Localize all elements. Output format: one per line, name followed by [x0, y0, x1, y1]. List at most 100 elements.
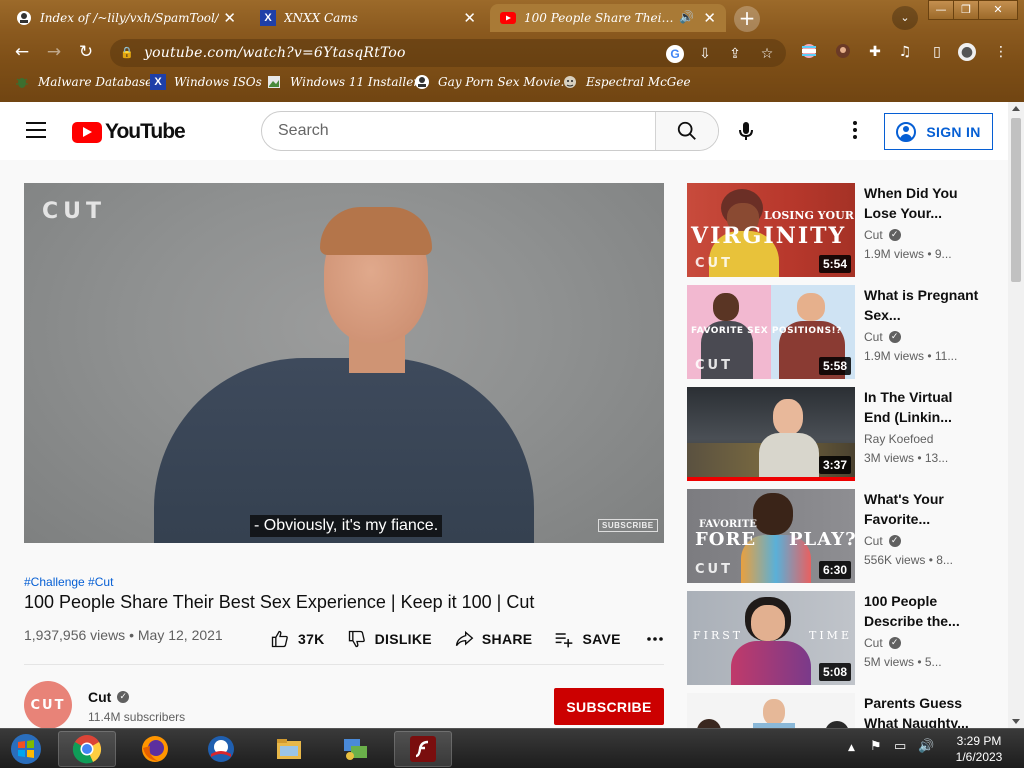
side-panel-icon[interactable]: ▯ [928, 43, 946, 61]
related-video[interactable]: LOSING YOUR VIRGINITY CUT 5:54 When Did … [687, 183, 987, 277]
save-button[interactable]: SAVE [554, 629, 620, 649]
bookmark-windows-11-installer[interactable]: Windows 11 Installer [266, 74, 419, 90]
forward-button[interactable]: → [42, 40, 66, 64]
tab-search-button[interactable]: ⌄ [892, 6, 918, 30]
profile-extension-icon[interactable] [834, 43, 852, 61]
subscribe-watermark[interactable]: SUBSCRIBE [598, 519, 658, 532]
new-tab-button[interactable]: + [734, 6, 760, 32]
channel-name-row[interactable]: Cut ✓ [88, 689, 130, 705]
tab-xnxx[interactable]: X XNXX Cams ✕ [250, 4, 486, 32]
dislike-button[interactable]: DISLIKE [347, 629, 432, 649]
bookmark-windows-isos[interactable]: X Windows ISOs [150, 74, 262, 90]
hamburger-menu-icon[interactable] [26, 122, 46, 138]
show-hidden-icons[interactable]: ▲ [848, 743, 855, 753]
video-hashtags[interactable]: #Challenge #Cut [24, 575, 113, 589]
related-video[interactable]: 3:37 In The Virtual End (Linkin... Ray K… [687, 387, 987, 481]
more-actions-icon[interactable] [646, 637, 671, 641]
related-channel-name[interactable]: Cut [864, 330, 883, 344]
related-video[interactable]: Parents Guess What Naughty... [687, 693, 987, 728]
page-scrollbar[interactable] [1008, 102, 1024, 728]
bookmark-malware-database[interactable]: Malware Database [14, 74, 152, 90]
close-icon[interactable]: ✕ [223, 9, 236, 27]
video-thumbnail[interactable]: FAVORITE SEX POSITIONS!? CUT 5:58 [687, 285, 855, 379]
video-thumbnail[interactable]: 3:37 [687, 387, 855, 481]
taskbar-chrome[interactable] [58, 731, 116, 767]
reload-button[interactable]: ↻ [74, 40, 98, 64]
like-button[interactable]: 37K [270, 629, 325, 649]
related-title[interactable]: When Did You Lose Your... [864, 183, 982, 223]
video-player[interactable]: CUT - Obviously, it's my fiance. SUBSCRI… [24, 183, 664, 543]
chrome-menu-icon[interactable]: ⋮ [992, 43, 1010, 61]
video-duration: 5:08 [818, 663, 851, 681]
youtube-logo[interactable]: YouTube [72, 120, 186, 144]
voice-search-button[interactable] [734, 119, 758, 143]
action-center-flag-icon[interactable]: ⚑ [870, 739, 882, 754]
related-channel[interactable]: Ray Koefoed [864, 432, 933, 446]
start-button[interactable] [0, 731, 52, 767]
back-button[interactable]: ← [10, 40, 34, 64]
taskbar-file-explorer[interactable] [260, 731, 318, 767]
related-channel-name[interactable]: Cut [864, 228, 883, 242]
taskbar-campaign-app[interactable] [192, 731, 250, 767]
network-icon[interactable]: ▭ [894, 739, 906, 754]
related-channel-name[interactable]: Ray Koefoed [864, 432, 933, 446]
related-video[interactable]: FIRST TIME 5:08 100 People Describe the.… [687, 591, 987, 685]
share-button[interactable]: SHARE [454, 629, 533, 649]
related-title[interactable]: What is Pregnant Sex... [864, 285, 982, 325]
system-clock[interactable]: 3:29 PM 1/6/2023 [946, 733, 1012, 765]
related-title[interactable]: 100 People Describe the... [864, 591, 982, 631]
related-video[interactable]: FAVORITE FORE PLAY? CUT 6:30 What's Your… [687, 489, 987, 583]
lock-icon[interactable]: 🔒 [120, 46, 134, 60]
tab-spamtool[interactable]: Index of /~lily/vxh/SpamTool/ ✕ [6, 4, 246, 32]
sign-in-button[interactable]: SIGN IN [884, 113, 993, 150]
related-channel[interactable]: Cut ✓ [864, 330, 901, 344]
tab-youtube[interactable]: 100 People Share Their Best 🔊 ✕ [490, 4, 726, 32]
pride-flag-extension-icon[interactable] [800, 43, 818, 61]
audio-playing-icon[interactable]: 🔊 [679, 10, 694, 24]
related-channel[interactable]: Cut ✓ [864, 228, 901, 242]
bookmark-espectral-mcgee[interactable]: Espectral McGee [562, 74, 691, 90]
install-app-icon[interactable]: ⇩ [696, 45, 714, 63]
close-icon[interactable]: ✕ [703, 9, 716, 27]
related-title[interactable]: In The Virtual End (Linkin... [864, 387, 982, 427]
window-close-button[interactable]: ✕ [978, 0, 1018, 20]
related-title[interactable]: What's Your Favorite... [864, 489, 982, 529]
bookmark-gay-porn-sex-movie[interactable]: Gay Porn Sex Movie... [414, 74, 572, 90]
video-thumbnail[interactable]: FIRST TIME 5:08 [687, 591, 855, 685]
maximize-button[interactable]: ❐ [953, 0, 979, 20]
search-button[interactable] [655, 112, 718, 150]
close-icon[interactable]: ✕ [463, 9, 476, 27]
minimize-button[interactable]: — [928, 0, 954, 20]
related-video[interactable]: FAVORITE SEX POSITIONS!? CUT 5:58 What i… [687, 285, 987, 379]
related-channel-name[interactable]: Cut [864, 534, 883, 548]
media-controls-icon[interactable]: ♫ [896, 43, 914, 61]
channel-avatar[interactable]: CUT [24, 681, 72, 728]
taskbar-firefox[interactable] [126, 731, 184, 767]
video-thumbnail[interactable] [687, 693, 855, 728]
channel-name[interactable]: Cut [88, 689, 111, 705]
settings-menu-icon[interactable] [852, 121, 858, 141]
thumbnail-watermark: CUT [695, 256, 733, 271]
profile-avatar-icon[interactable]: ● [958, 43, 976, 61]
search-input[interactable] [262, 112, 657, 150]
taskbar-flash[interactable] [394, 731, 452, 767]
video-thumbnail[interactable]: LOSING YOUR VIRGINITY CUT 5:54 [687, 183, 855, 277]
extensions-puzzle-icon[interactable]: ✚ [866, 43, 884, 61]
verified-check-icon: ✓ [888, 229, 901, 241]
related-channel-name[interactable]: Cut [864, 636, 883, 650]
related-title[interactable]: Parents Guess What Naughty... [864, 693, 982, 728]
related-channel[interactable]: Cut ✓ [864, 534, 901, 548]
address-bar[interactable]: 🔒 youtube.com/watch?v=6YtasqRtToo G ⇩ ⇪ … [110, 39, 786, 67]
address-text[interactable]: youtube.com/watch?v=6YtasqRtToo [144, 45, 406, 61]
scroll-up-arrow-icon[interactable] [1012, 106, 1020, 111]
scroll-down-arrow-icon[interactable] [1012, 719, 1020, 724]
taskbar-network-app[interactable] [326, 731, 384, 767]
volume-icon[interactable]: 🔊 [918, 739, 934, 754]
bookmark-star-icon[interactable]: ☆ [758, 45, 776, 63]
subscribe-button[interactable]: SUBSCRIBE [554, 688, 664, 725]
video-thumbnail[interactable]: FAVORITE FORE PLAY? CUT 6:30 [687, 489, 855, 583]
related-channel[interactable]: Cut ✓ [864, 636, 901, 650]
share-page-icon[interactable]: ⇪ [726, 45, 744, 63]
google-lens-icon[interactable]: G [666, 45, 684, 63]
scrollbar-thumb[interactable] [1011, 118, 1021, 282]
